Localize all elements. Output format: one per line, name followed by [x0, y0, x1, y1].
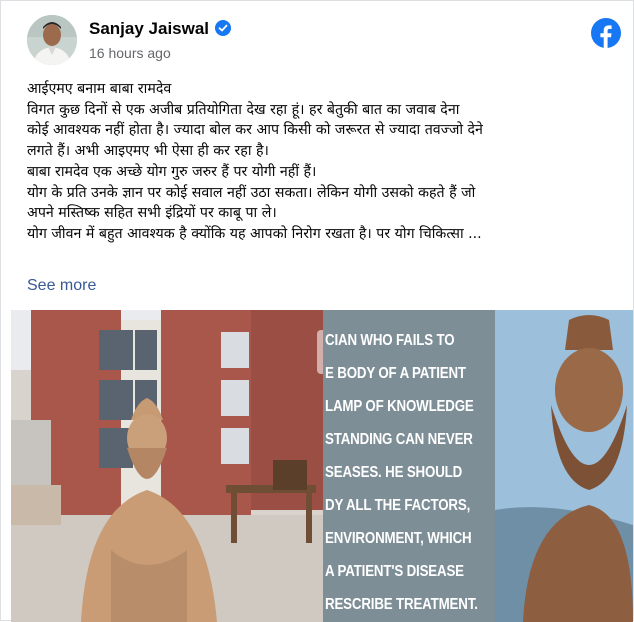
quote-statue-photo[interactable]: CIAN WHO FAILS TO E BODY OF A PATIENT LA…: [323, 310, 633, 622]
verified-badge-icon: [215, 20, 232, 36]
quote-line: A PATIENT'S DISEASE: [325, 563, 464, 580]
avatar-photo: [27, 15, 77, 65]
quote-line: RESCRIBE TREATMENT.: [325, 596, 478, 613]
quote-panel: CIAN WHO FAILS TO E BODY OF A PATIENT LA…: [323, 310, 495, 622]
quote-line: E BODY OF A PATIENT: [325, 365, 466, 382]
author-name-row: Sanjay Jaiswal: [89, 19, 232, 39]
post-text-line: लगते हैं। अभी आइएमए भी ऐसा ही कर रहा है।: [27, 143, 269, 160]
post-timestamp[interactable]: 16 hours ago: [89, 45, 171, 61]
quote-text: CIAN WHO FAILS TO E BODY OF A PATIENT LA…: [325, 324, 478, 621]
quote-line: CIAN WHO FAILS TO: [325, 332, 455, 349]
statue-courtyard-image: [11, 310, 323, 622]
quote-line: DY ALL THE FACTORS,: [325, 497, 471, 514]
statue-courtyard-photo[interactable]: [11, 310, 323, 622]
quote-line: ENVIRONMENT, WHICH: [325, 530, 472, 547]
facebook-logo-icon: [591, 18, 621, 48]
quote-line: LAMP OF KNOWLEDGE: [325, 398, 474, 415]
post-text-line: योग के प्रति उनके ज्ञान पर कोई सवाल नहीं…: [27, 184, 476, 201]
see-more-link[interactable]: See more: [27, 277, 96, 295]
post-text-line: आईएमए बनाम बाबा रामदेव: [27, 81, 172, 97]
quote-line: SEASES. HE SHOULD: [325, 464, 463, 481]
post-text-line: अपने मस्तिष्क सहित सभी इंद्रियों पर काबू…: [27, 205, 277, 222]
author-avatar[interactable]: [27, 15, 77, 65]
quote-line: STANDING CAN NEVER: [325, 431, 473, 448]
post-card: Sanjay Jaiswal 16 hours ago आईएमए बनाम ब…: [0, 0, 634, 622]
author-name[interactable]: Sanjay Jaiswal: [89, 19, 209, 38]
post-text-line: बाबा रामदेव एक अच्छे योग गुरु जरुर हैं प…: [27, 163, 317, 180]
post-text-line: योग जीवन में बहुत आवश्यक है क्योंकि यह आ…: [27, 225, 482, 242]
post-text-line: विगत कुछ दिनों से एक अजीब प्रतियोगिता दे…: [27, 101, 460, 118]
post-media: CIAN WHO FAILS TO E BODY OF A PATIENT LA…: [11, 310, 633, 622]
post-text: आईएमए बनाम बाबा रामदेव विगत कुछ दिनों से…: [27, 79, 623, 245]
post-text-line: कोई आवश्यक नहीं होता है। ज्यादा बोल कर आ…: [27, 122, 483, 139]
